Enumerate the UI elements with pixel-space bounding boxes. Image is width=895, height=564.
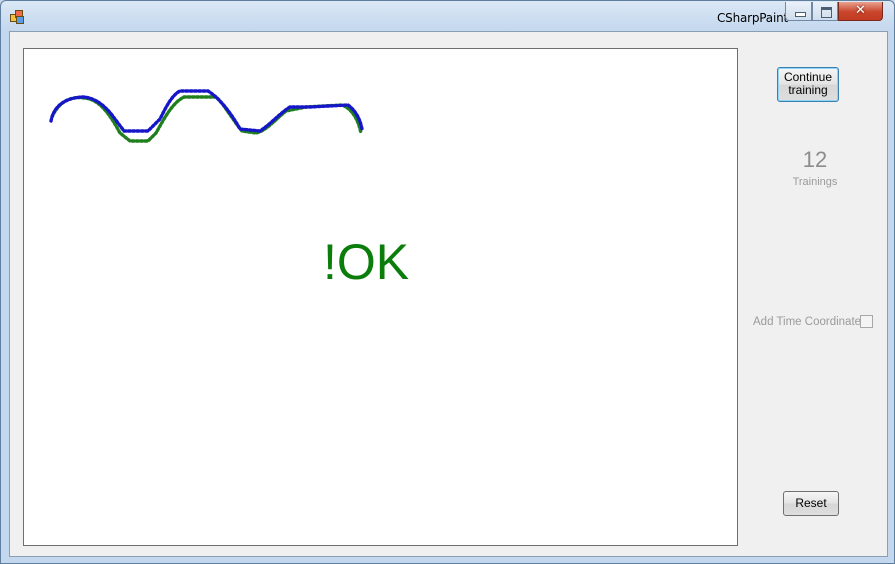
app-icon[interactable] — [10, 10, 24, 24]
time-coordinate-checkbox[interactable] — [860, 315, 873, 328]
drawing-canvas[interactable]: !OK — [23, 48, 738, 546]
continue-training-button[interactable]: Continue training — [777, 67, 839, 102]
time-coordinate-label: Add Time Coordinate — [753, 316, 862, 328]
stroke-layer — [49, 89, 364, 143]
minimize-button[interactable] — [785, 2, 812, 21]
window-title: CSharpPaint — [717, 11, 789, 25]
title-bar[interactable]: CSharpPaint ✕ — [1, 1, 894, 31]
app-window: CSharpPaint ✕ !OK Continue training 12 T… — [0, 0, 895, 564]
close-button[interactable]: ✕ — [838, 2, 883, 21]
client-area: !OK Continue training 12 Trainings Add T… — [9, 31, 888, 557]
close-icon: ✕ — [855, 3, 866, 18]
minimize-icon — [795, 12, 806, 17]
training-count-label: Trainings — [792, 176, 838, 188]
reset-button[interactable]: Reset — [783, 491, 839, 516]
maximize-icon — [821, 7, 832, 18]
recognition-result: !OK — [323, 234, 410, 290]
training-count: 12 — [802, 147, 828, 172]
maximize-button[interactable] — [812, 2, 838, 21]
